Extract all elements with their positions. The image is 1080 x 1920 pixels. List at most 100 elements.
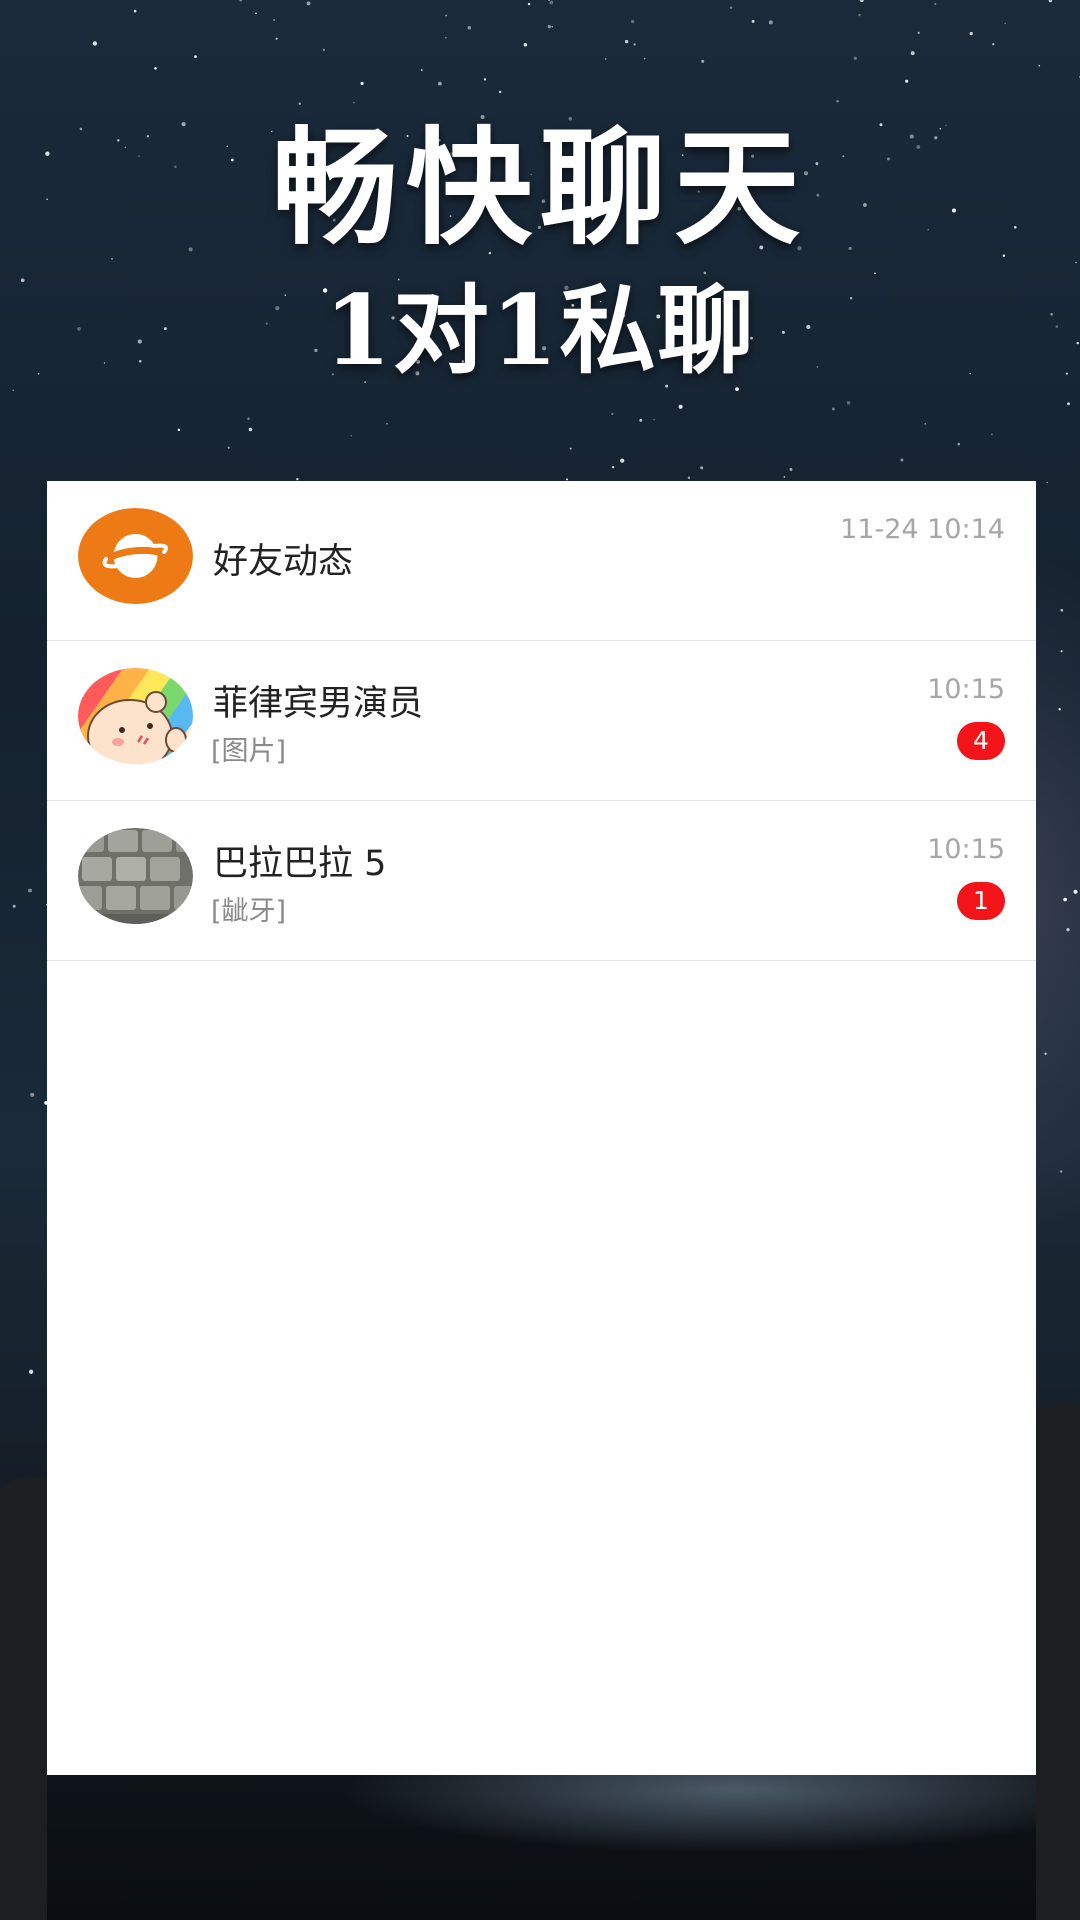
star	[1067, 402, 1070, 406]
star	[992, 43, 995, 46]
conversation-preview: [图片]	[211, 736, 287, 767]
star	[296, 478, 299, 481]
star	[445, 37, 447, 39]
star	[639, 418, 643, 422]
star	[1004, 22, 1006, 25]
star	[900, 458, 904, 462]
contact-avatar	[78, 668, 193, 764]
headline-subtitle: 1对1私聊	[324, 274, 756, 387]
star	[611, 465, 615, 469]
conversation-row-friend-feed[interactable]: 好友动态 11-24 10:14	[47, 481, 1036, 641]
star	[420, 69, 423, 71]
star	[1059, 1170, 1063, 1173]
conversation-name: 菲律宾男演员	[213, 684, 424, 724]
star	[846, 401, 851, 405]
star	[360, 81, 364, 86]
star	[569, 447, 572, 450]
conversation-preview: [龇牙]	[211, 896, 287, 927]
star	[768, 20, 773, 25]
star	[853, 56, 857, 60]
star	[630, 19, 635, 24]
star	[28, 1369, 34, 1374]
unread-badge: 4	[957, 722, 1005, 760]
star	[467, 26, 472, 30]
star	[701, 59, 705, 63]
star	[12, 389, 14, 391]
star	[386, 422, 388, 425]
star	[273, 19, 276, 21]
star	[248, 427, 253, 432]
star	[92, 41, 98, 46]
star	[247, 417, 250, 421]
conversation-name: 巴拉巴拉 5	[213, 844, 387, 884]
contact-avatar	[78, 828, 193, 924]
star	[551, 26, 553, 28]
star	[227, 446, 230, 449]
star	[751, 19, 755, 23]
star	[859, 0, 864, 3]
star	[611, 412, 614, 415]
star	[836, 100, 839, 103]
star	[353, 101, 355, 104]
planet-icon	[78, 508, 193, 604]
star	[547, 25, 551, 29]
star	[483, 78, 487, 81]
star	[789, 467, 793, 471]
star	[831, 407, 835, 411]
star	[298, 102, 301, 105]
star	[605, 58, 607, 60]
star	[30, 1092, 35, 1097]
star	[969, 31, 973, 36]
star	[1060, 608, 1064, 612]
star	[924, 423, 926, 425]
star	[1060, 650, 1063, 653]
star	[1063, 897, 1067, 902]
star	[549, 0, 554, 5]
star	[12, 904, 16, 908]
star	[783, 476, 786, 478]
star	[934, 3, 937, 5]
star	[1038, 64, 1041, 67]
star	[239, 0, 243, 2]
conversation-name: 好友动态	[213, 542, 354, 582]
star	[1044, 1052, 1047, 1055]
keyboard-photo-avatar	[78, 828, 193, 924]
star	[523, 43, 528, 47]
conversation-time: 10:15	[927, 674, 1005, 705]
star	[858, 13, 861, 17]
star	[194, 55, 197, 58]
star	[917, 31, 920, 34]
unread-badge: 1	[957, 882, 1005, 920]
star	[678, 404, 683, 409]
star	[905, 79, 909, 83]
star	[1046, 481, 1048, 484]
star	[445, 14, 447, 17]
star	[177, 428, 181, 432]
cartoon-pig-avatar	[78, 668, 193, 764]
star	[527, 2, 531, 6]
star	[633, 43, 636, 46]
star	[28, 888, 32, 893]
star	[957, 442, 961, 446]
star	[548, 0, 550, 1]
conversation-row[interactable]: 菲律宾男演员 [图片] 10:15 4	[47, 641, 1036, 801]
star	[991, 433, 993, 436]
star	[111, 258, 113, 260]
star	[624, 39, 629, 44]
star	[306, 1, 311, 6]
star	[874, 272, 876, 275]
star	[1058, 707, 1061, 711]
star	[350, 434, 353, 437]
star	[620, 458, 625, 463]
conversation-row[interactable]: 巴拉巴拉 5 [龇牙] 10:15 1	[47, 801, 1036, 961]
star	[687, 476, 691, 479]
star	[910, 51, 915, 56]
star	[322, 48, 325, 51]
star	[643, 57, 646, 60]
star	[729, 6, 733, 9]
star	[1073, 889, 1078, 894]
star	[700, 466, 704, 470]
star	[438, 81, 442, 86]
star	[498, 90, 502, 94]
star	[255, 12, 257, 15]
